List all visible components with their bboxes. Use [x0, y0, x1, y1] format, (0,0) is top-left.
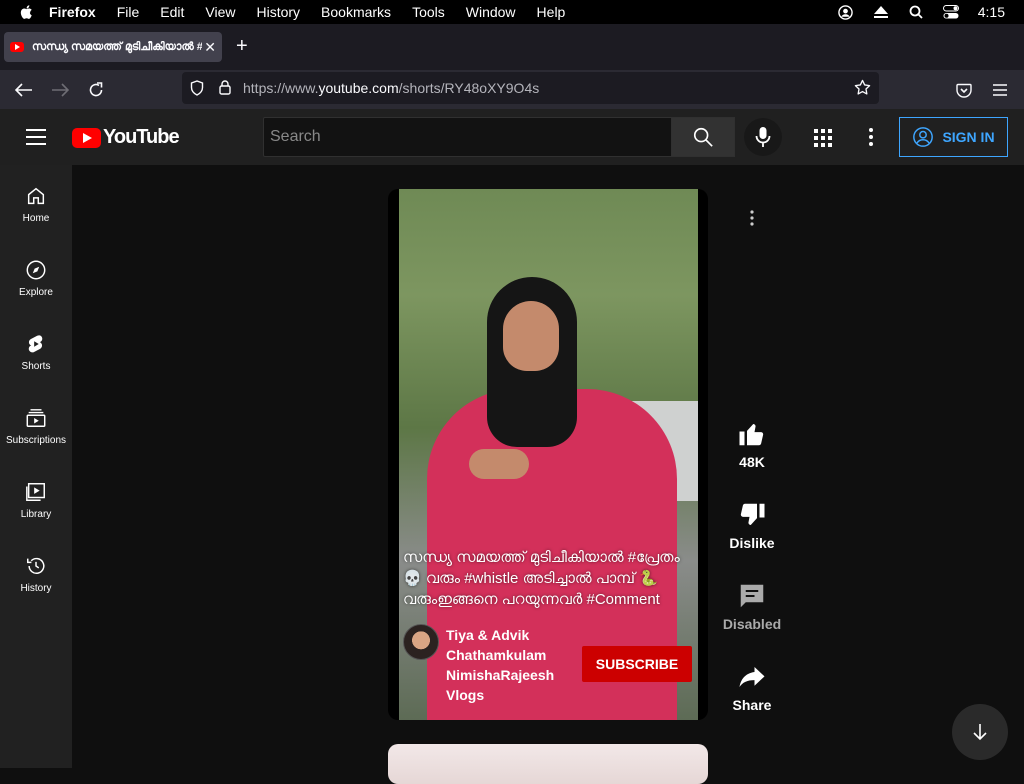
- next-short-preview[interactable]: [388, 744, 708, 784]
- sidebar-item-label: Home: [22, 213, 50, 224]
- youtube-header: YouTube SIGN IN: [0, 109, 1024, 165]
- youtube-play-logo-icon: [72, 127, 101, 148]
- account-icon: [913, 127, 934, 147]
- reload-icon[interactable]: [85, 79, 107, 101]
- new-tab-icon[interactable]: +: [236, 36, 248, 56]
- forward-icon[interactable]: [49, 79, 71, 101]
- back-icon[interactable]: [13, 79, 35, 101]
- settings-more-icon[interactable]: [866, 126, 876, 153]
- menu-view[interactable]: View: [205, 4, 235, 20]
- explore-icon: [26, 260, 46, 280]
- sidebar-item-history[interactable]: History: [0, 555, 72, 594]
- subscriptions-icon: [26, 409, 46, 427]
- menu-history[interactable]: History: [256, 4, 300, 20]
- like-button[interactable]: 48K: [718, 419, 786, 470]
- tracking-protection-shield-icon[interactable]: [190, 80, 204, 101]
- browser-tab[interactable]: സന്ധ്യ സമയത്ത് മുടിചീകിയാൽ # ✕: [4, 32, 222, 62]
- control-center-icon[interactable]: [942, 4, 959, 20]
- user-account-icon[interactable]: [838, 4, 854, 20]
- macos-menubar: Firefox File Edit View History Bookmarks…: [0, 0, 1024, 24]
- youtube-wordmark: YouTube: [103, 126, 180, 148]
- apple-icon[interactable]: [19, 4, 35, 20]
- sidebar-item-explore[interactable]: Explore: [0, 259, 72, 298]
- youtube-page: YouTube SIGN IN Home Explore: [0, 109, 1024, 784]
- mini-guide-sidebar: Home Explore Shorts Subscriptions Librar…: [0, 165, 72, 768]
- video-figure-face: [503, 301, 559, 371]
- comments-label: Disabled: [722, 616, 782, 632]
- menu-tools[interactable]: Tools: [412, 4, 445, 20]
- dislike-label: Dislike: [729, 535, 775, 551]
- arrow-down-icon: [973, 724, 987, 741]
- menu-file[interactable]: File: [117, 4, 140, 20]
- shorts-icon: [28, 335, 43, 353]
- sign-in-button[interactable]: SIGN IN: [899, 117, 1008, 157]
- menu-edit[interactable]: Edit: [160, 4, 184, 20]
- youtube-apps-icon[interactable]: [812, 127, 834, 154]
- channel-name[interactable]: Tiya & Advik Chathamkulam NimishaRajeesh…: [446, 625, 576, 705]
- sidebar-item-label: History: [20, 583, 52, 594]
- search-input[interactable]: [270, 128, 665, 146]
- youtube-logo[interactable]: YouTube: [72, 126, 180, 149]
- short-caption[interactable]: സന്ധ്യ സമയത്ത് മുടിചീകിയാൽ #പ്രേതം 💀 വരു…: [403, 547, 693, 610]
- menu-bookmarks[interactable]: Bookmarks: [321, 4, 391, 20]
- share-button[interactable]: Share: [718, 662, 786, 713]
- sign-in-label: SIGN IN: [942, 129, 995, 145]
- pocket-icon[interactable]: [953, 79, 975, 101]
- share-label: Share: [732, 697, 772, 713]
- like-count: 48K: [739, 454, 765, 470]
- next-video-button[interactable]: [952, 704, 1008, 760]
- search-button[interactable]: [671, 117, 735, 157]
- sidebar-item-shorts[interactable]: Shorts: [0, 333, 72, 372]
- tab-title: സന്ധ്യ സമയത്ത് മുടിചീകിയാൽ #: [32, 40, 203, 53]
- url-text[interactable]: https://www.youtube.com/shorts/RY48oXY9O…: [243, 80, 539, 96]
- app-menu-icon[interactable]: [989, 79, 1011, 101]
- menu-window[interactable]: Window: [466, 4, 516, 20]
- search-box[interactable]: [263, 117, 672, 157]
- subscribe-button[interactable]: SUBSCRIBE: [582, 646, 692, 682]
- lock-icon[interactable]: [219, 80, 231, 100]
- home-icon: [27, 187, 45, 205]
- history-icon: [27, 557, 45, 574]
- short-more-options-icon[interactable]: [748, 209, 756, 232]
- thumbs-up-icon: [739, 424, 764, 446]
- url-bar[interactable]: https://www.youtube.com/shorts/RY48oXY9O…: [182, 72, 879, 104]
- menu-help[interactable]: Help: [537, 4, 566, 20]
- short-player[interactable]: സന്ധ്യ സമയത്ത് മുടിചീകിയാൽ #പ്രേതം 💀 വരു…: [388, 189, 708, 720]
- library-icon: [26, 483, 45, 501]
- microphone-icon: [755, 127, 771, 147]
- bookmark-star-icon[interactable]: [854, 79, 871, 101]
- video-figure-hand: [469, 449, 529, 479]
- channel-avatar[interactable]: [403, 624, 439, 660]
- comment-icon: [740, 584, 764, 608]
- menu-app-name[interactable]: Firefox: [49, 4, 96, 20]
- youtube-favicon-icon: [10, 42, 24, 52]
- dislike-button[interactable]: Dislike: [718, 500, 786, 551]
- sidebar-item-home[interactable]: Home: [0, 185, 72, 224]
- sidebar-item-label: Subscriptions: [5, 435, 67, 446]
- close-tab-icon[interactable]: ✕: [204, 39, 216, 56]
- guide-menu-icon[interactable]: [26, 129, 46, 145]
- clock: 4:15: [977, 4, 1005, 20]
- share-arrow-icon: [739, 667, 765, 687]
- sidebar-item-label: Library: [20, 509, 52, 520]
- url-path: /shorts/RY48oXY9O4s: [398, 80, 540, 96]
- comments-button[interactable]: Disabled: [718, 581, 786, 632]
- voice-search-button[interactable]: [744, 118, 782, 156]
- url-prefix: https://www.: [243, 80, 319, 96]
- thumbs-down-icon: [740, 503, 765, 525]
- sidebar-item-label: Shorts: [21, 361, 51, 372]
- sidebar-item-subscriptions[interactable]: Subscriptions: [0, 407, 72, 446]
- spotlight-search-icon[interactable]: [908, 4, 924, 20]
- url-domain: youtube.com: [318, 80, 399, 96]
- eject-icon[interactable]: [873, 4, 889, 20]
- sidebar-item-label: Explore: [19, 287, 53, 298]
- browser-nav-bar: https://www.youtube.com/shorts/RY48oXY9O…: [0, 70, 1024, 109]
- search-icon: [693, 127, 713, 147]
- sidebar-item-library[interactable]: Library: [0, 481, 72, 520]
- browser-tab-bar: സന്ധ്യ സമയത്ത് മുടിചീകിയാൽ # ✕ +: [0, 24, 1024, 70]
